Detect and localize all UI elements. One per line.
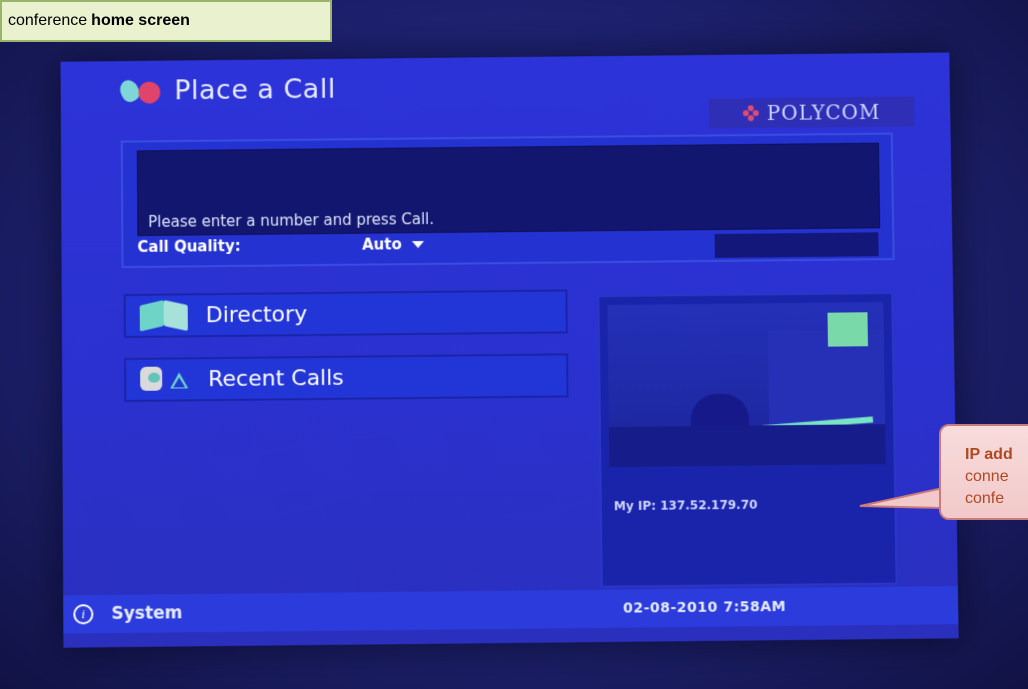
polycom-logo-icon <box>742 105 759 122</box>
recent-calls-label: Recent Calls <box>208 365 344 392</box>
callout-line-2: conne <box>965 468 1009 485</box>
tv-screen: Place a Call POLYCOM Please enter a numb… <box>60 52 959 648</box>
call-quality-value: Auto <box>362 235 402 254</box>
call-quality-select[interactable]: Auto <box>362 235 424 254</box>
callout-line-3: confe <box>965 490 1005 507</box>
date-time: 02-08-2010 7:58AM <box>622 598 787 617</box>
status-bar: i System 02-08-2010 7:58AM <box>63 585 959 634</box>
title-row: Place a Call <box>116 69 336 111</box>
call-quality-label: Call Quality: <box>137 236 241 257</box>
recent-calls-button[interactable]: Recent Calls <box>124 353 569 403</box>
directory-label: Directory <box>205 301 308 328</box>
photo-frame: Place a Call POLYCOM Please enter a numb… <box>0 0 1028 689</box>
video-preview-panel: My IP: 137.52.179.70 <box>597 292 898 588</box>
polycom-logo: POLYCOM <box>708 96 915 129</box>
callout-line-1: IP add <box>965 446 1013 463</box>
directory-button[interactable]: Directory <box>123 289 568 339</box>
brand-name: POLYCOM <box>766 99 881 125</box>
call-quality-indicator <box>714 232 879 258</box>
my-ip-address: My IP: 137.52.179.70 <box>613 497 758 514</box>
call-quality-row: Call Quality: Auto <box>137 235 424 256</box>
annotation-caption: conference home screen <box>0 0 332 42</box>
page-title: Place a Call <box>174 73 336 106</box>
book-icon <box>138 300 192 332</box>
caret-down-icon <box>411 240 424 248</box>
dial-panel: Please enter a number and press Call. Ca… <box>120 132 895 269</box>
caption-bold: home screen <box>91 12 190 29</box>
system-menu[interactable]: System <box>111 603 182 624</box>
phone-recent-icon <box>138 364 194 395</box>
info-icon[interactable]: i <box>73 604 94 625</box>
caption-prefix: conference <box>8 12 88 29</box>
camera-preview <box>607 302 886 468</box>
ip-callout: IP add conne confe <box>939 424 1028 520</box>
phone-handset-icon <box>116 76 164 107</box>
dial-number-input[interactable]: Please enter a number and press Call. <box>136 142 881 237</box>
dial-hint: Please enter a number and press Call. <box>148 210 435 231</box>
